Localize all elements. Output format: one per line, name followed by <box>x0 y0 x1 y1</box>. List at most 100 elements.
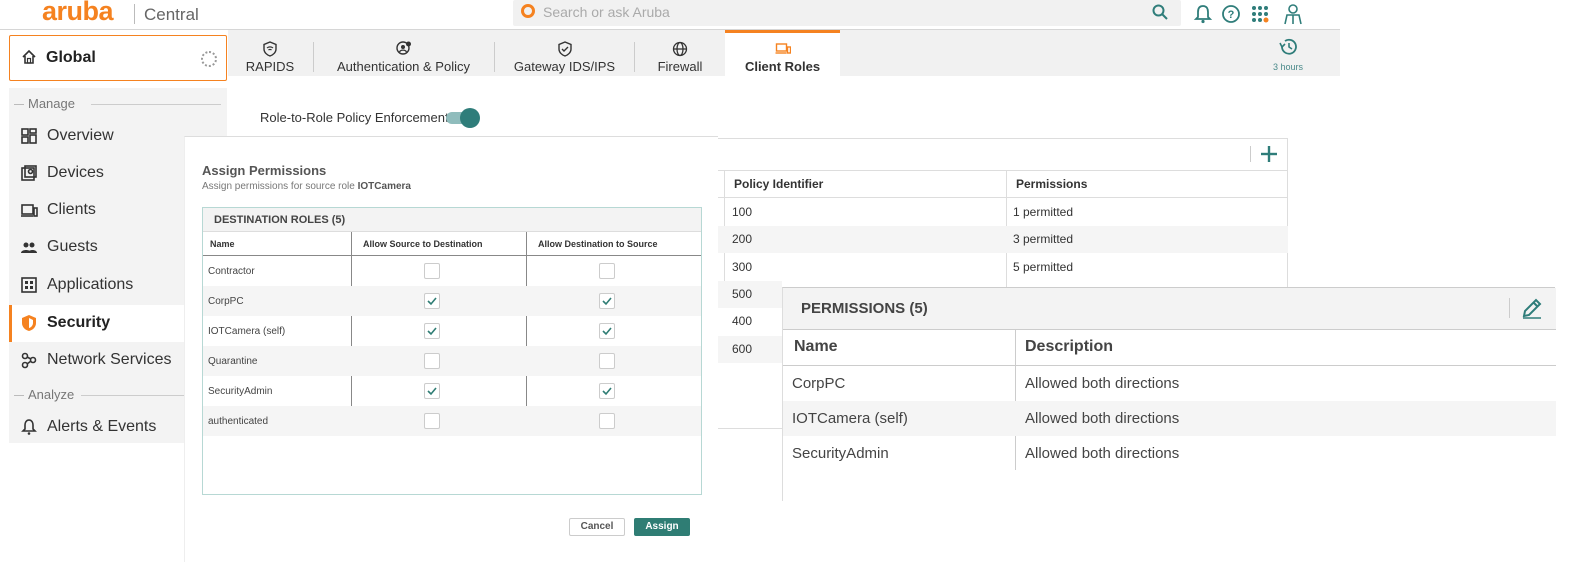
assign-button[interactable]: Assign <box>634 518 690 536</box>
table-row[interactable]: CorpPC Allowed both directions <box>783 366 1556 401</box>
home-icon <box>22 49 36 64</box>
edit-pencil-icon[interactable] <box>1520 296 1544 320</box>
nav-section-manage: Manage <box>9 94 227 114</box>
aruba-assistant-icon <box>521 4 535 18</box>
column-header-policy-identifier[interactable]: Policy Identifier <box>734 177 823 191</box>
tab-firewall[interactable]: Firewall <box>635 30 725 76</box>
clients-icon <box>21 204 38 217</box>
src-to-dst-checkbox[interactable] <box>424 293 440 309</box>
src-to-dst-checkbox[interactable] <box>424 383 440 399</box>
sidebar-item-label: Clients <box>47 201 96 218</box>
tab-rapids[interactable]: RAPIDS <box>228 30 312 76</box>
dialog-title: Assign Permissions <box>202 163 327 178</box>
gateway-shield-icon <box>557 41 572 57</box>
sidebar-item-label: Applications <box>47 276 134 293</box>
table-row: authenticated <box>203 406 701 436</box>
bell-icon <box>21 419 37 435</box>
applications-icon <box>21 277 37 293</box>
policy-enforcement-toggle[interactable] <box>446 108 480 128</box>
globe-icon <box>672 41 688 57</box>
logo-divider <box>134 4 135 24</box>
guests-icon <box>21 242 37 253</box>
sidebar-item-label: Alerts & Events <box>47 418 157 435</box>
table-row[interactable]: 500 <box>718 281 782 308</box>
checkmark-icon <box>427 327 437 336</box>
src-to-dst-checkbox[interactable] <box>424 323 440 339</box>
checkmark-icon <box>602 327 612 336</box>
search-icon[interactable] <box>1151 3 1169 21</box>
dst-to-src-checkbox[interactable] <box>599 263 615 279</box>
app-name: Central <box>144 5 199 24</box>
rapids-icon <box>263 41 277 57</box>
column-header-description[interactable]: Description <box>1025 338 1113 356</box>
grid-icon <box>21 128 37 144</box>
loading-spinner-icon <box>201 51 217 67</box>
scope-selector[interactable]: Global <box>9 35 227 81</box>
column-header-name[interactable]: Name <box>794 338 838 356</box>
src-to-dst-checkbox[interactable] <box>424 413 440 429</box>
tab-gateway-ids-ips[interactable]: Gateway IDS/IPS <box>495 30 634 76</box>
table-row[interactable]: 400 <box>718 308 782 335</box>
assign-permissions-dialog: Assign Permissions Assign permissions fo… <box>184 136 718 562</box>
tab-authentication-policy[interactable]: Authentication & Policy <box>314 30 493 76</box>
tab-client-roles[interactable]: Client Roles <box>725 30 840 76</box>
dst-to-src-checkbox[interactable] <box>599 383 615 399</box>
scope-label: Global <box>46 49 96 66</box>
time-filter[interactable]: 3 hours <box>1268 38 1308 72</box>
table-row[interactable]: SecurityAdmin Allowed both directions <box>783 436 1556 471</box>
table-row: Quarantine <box>203 346 701 376</box>
active-indicator <box>9 305 12 342</box>
network-services-icon <box>21 352 37 369</box>
dialog-subtitle: Assign permissions for source role IOTCa… <box>202 181 411 192</box>
top-bar: aruba Central Search or ask Aruba ? <box>0 0 1340 30</box>
time-filter-label: 3 hours <box>1272 62 1304 72</box>
cancel-button[interactable]: Cancel <box>569 518 625 536</box>
column-header-name: Name <box>210 239 235 249</box>
add-icon[interactable] <box>1258 143 1280 165</box>
policy-enforcement-label: Role-to-Role Policy Enforcement <box>260 110 449 125</box>
table-row[interactable]: 300 5 permitted <box>718 254 1288 281</box>
table-row[interactable]: IOTCamera (self) Allowed both directions <box>783 401 1556 436</box>
svg-text:?: ? <box>1228 9 1235 21</box>
checkmark-icon <box>602 387 612 396</box>
checkmark-icon <box>427 297 437 306</box>
table-row: SecurityAdmin <box>203 376 701 406</box>
table-row: Contractor <box>203 256 701 286</box>
src-to-dst-checkbox[interactable] <box>424 263 440 279</box>
table-row[interactable]: 600 <box>718 336 782 363</box>
column-header-dst-to-src: Allow Destination to Source <box>538 239 658 249</box>
permissions-header: PERMISSIONS (5) <box>783 288 1556 330</box>
apps-grid-icon[interactable] <box>1249 3 1271 25</box>
dst-to-src-checkbox[interactable] <box>599 353 615 369</box>
help-icon[interactable]: ? <box>1220 3 1242 25</box>
permissions-title: PERMISSIONS (5) <box>801 300 928 317</box>
sidebar-item-label: Network Services <box>47 351 172 368</box>
column-header-src-to-dst: Allow Source to Destination <box>363 239 483 249</box>
search-placeholder: Search or ask Aruba <box>543 4 670 20</box>
column-header-permissions[interactable]: Permissions <box>1016 177 1087 191</box>
sidebar-item-label: Guests <box>47 238 98 255</box>
user-icon[interactable] <box>1282 3 1304 25</box>
sidebar-item-label: Devices <box>47 164 104 181</box>
sidebar-item-label: Overview <box>47 127 114 144</box>
dst-to-src-checkbox[interactable] <box>599 323 615 339</box>
search-input[interactable]: Search or ask Aruba <box>513 0 1181 26</box>
table-row: CorpPC <box>203 286 701 316</box>
table-row[interactable]: 200 3 permitted <box>718 226 1288 253</box>
aruba-logo[interactable]: aruba <box>42 0 114 27</box>
table-row: IOTCamera (self) <box>203 316 701 346</box>
auth-policy-icon <box>395 41 411 55</box>
src-to-dst-checkbox[interactable] <box>424 353 440 369</box>
table-row[interactable]: 100 1 permitted <box>718 199 1288 226</box>
devices-icon <box>21 165 37 181</box>
checkmark-icon <box>602 297 612 306</box>
source-role-name: IOTCamera <box>357 181 411 192</box>
permissions-panel: PERMISSIONS (5) Name Description CorpPC … <box>782 287 1556 501</box>
bell-icon[interactable] <box>1192 3 1214 25</box>
dst-to-src-checkbox[interactable] <box>599 413 615 429</box>
security-tabs: RAPIDS Authentication & Policy Gateway I… <box>228 30 1340 76</box>
dst-to-src-checkbox[interactable] <box>599 293 615 309</box>
history-icon <box>1279 38 1297 55</box>
client-roles-icon <box>775 43 791 54</box>
destination-roles-header: DESTINATION ROLES (5) <box>203 208 701 232</box>
